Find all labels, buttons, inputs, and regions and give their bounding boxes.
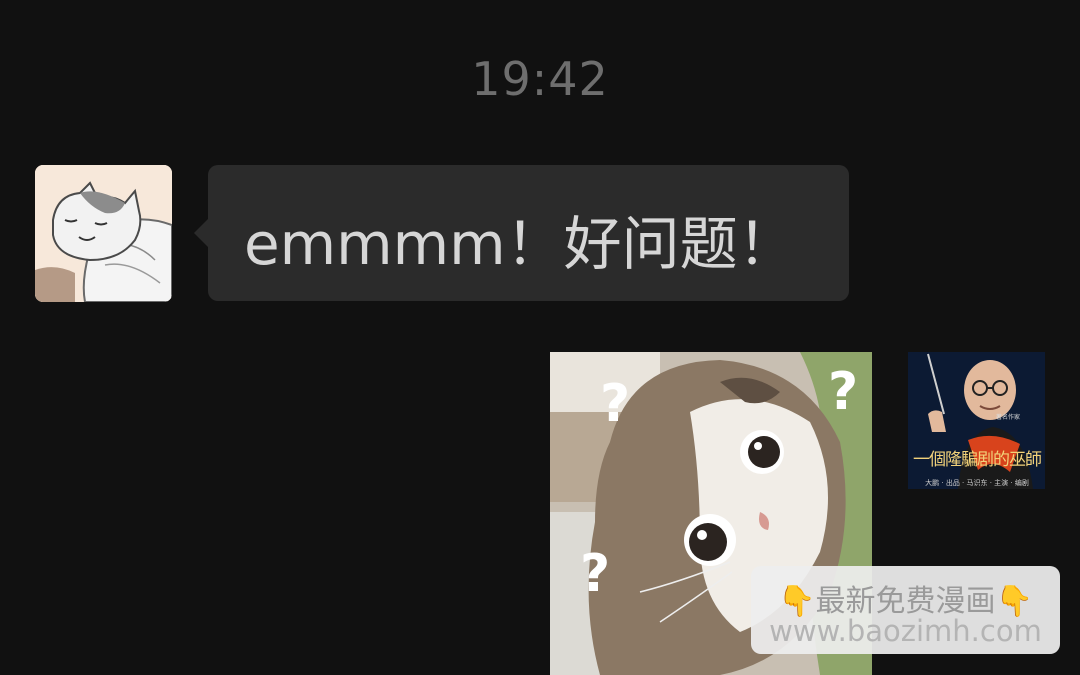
avatar-title-text: 一個隆騙剧的巫師 — [913, 450, 1042, 470]
contact-avatar[interactable] — [35, 165, 172, 302]
question-mark-3: ? — [580, 544, 611, 604]
watermark-url: www.baozimh.com — [769, 614, 1042, 648]
question-mark-1: ? — [600, 374, 631, 434]
my-avatar[interactable]: 著名作家 一個隆騙剧的巫師 大鹏 · 出品 · 马识东 · 主演 · 编剧 — [908, 352, 1045, 489]
message-text: emmmm！好问题！ — [244, 210, 796, 278]
avatar-small-text: 著名作家 — [996, 414, 1021, 421]
avatar-credit-text: 大鹏 · 出品 · 马识东 · 主演 · 编剧 — [925, 479, 1029, 487]
question-mark-2: ? — [828, 362, 859, 422]
incoming-message-bubble[interactable]: emmmm！好问题！ — [194, 165, 849, 301]
cat-sleeping-icon — [35, 165, 172, 302]
site-watermark: 👇最新免费漫画👇 www.baozimh.com — [751, 566, 1060, 654]
chat-timestamp: 19:42 — [471, 52, 609, 106]
